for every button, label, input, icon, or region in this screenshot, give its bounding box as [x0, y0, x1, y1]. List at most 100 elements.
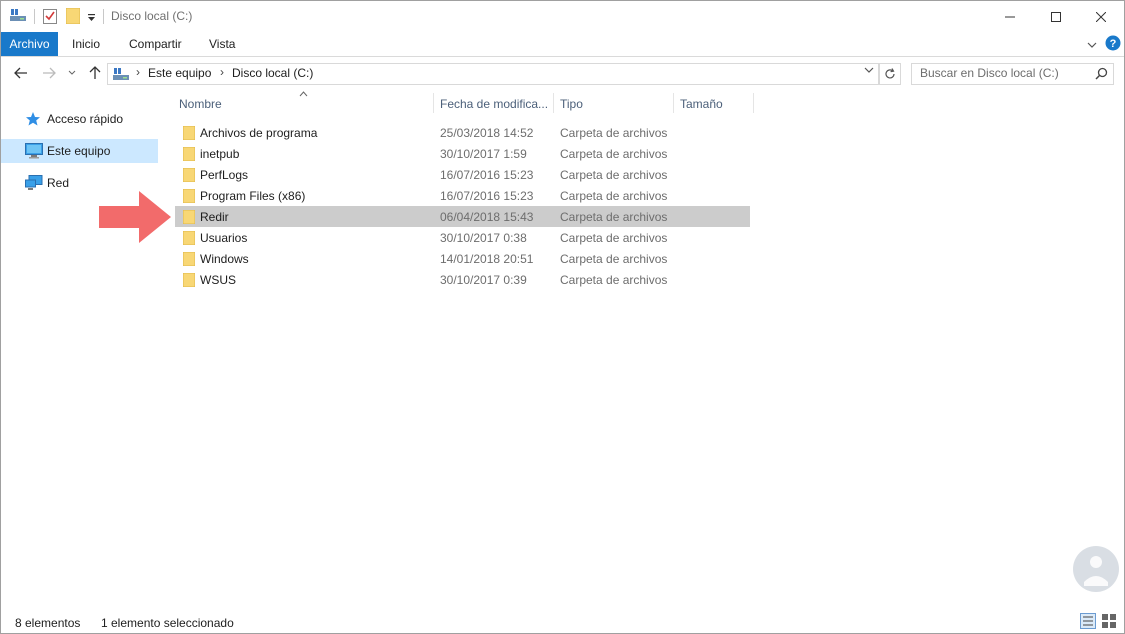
- folder-icon: [182, 272, 196, 290]
- file-name: Redir: [200, 210, 229, 224]
- file-type: Carpeta de archivos: [560, 252, 668, 266]
- file-name: Program Files (x86): [200, 189, 306, 203]
- file-row-selected[interactable]: Redir 06/04/2018 15:43 Carpeta de archiv…: [175, 206, 750, 227]
- column-header-fecha[interactable]: Fecha de modifica...: [440, 97, 548, 111]
- drive-icon: [10, 8, 26, 25]
- nav-item-acceso-rapido[interactable]: Acceso rápido: [1, 107, 158, 131]
- item-count: 8 elementos: [15, 616, 81, 630]
- up-arrow-icon: [89, 66, 101, 79]
- search-icon[interactable]: [1095, 67, 1108, 83]
- svg-text:?: ?: [1110, 38, 1117, 50]
- maximize-button[interactable]: [1033, 1, 1079, 32]
- file-name: Windows: [200, 252, 249, 266]
- folder-icon: [182, 251, 196, 269]
- address-row: › Este equipo › Disco local (C:): [1, 57, 1124, 89]
- explorer-window: Disco local (C:) Archivo Inicio Comparti…: [0, 0, 1125, 634]
- file-date: 16/07/2016 15:23: [440, 168, 534, 182]
- column-divider[interactable]: [553, 93, 554, 113]
- help-icon[interactable]: ?: [1105, 35, 1121, 54]
- recent-locations-button[interactable]: [65, 63, 79, 83]
- file-row[interactable]: Windows 14/01/2018 20:51 Carpeta de arch…: [175, 248, 750, 269]
- file-date: 30/10/2017 0:38: [440, 231, 527, 245]
- nav-item-label: Red: [47, 176, 70, 190]
- expand-ribbon-icon[interactable]: [1087, 38, 1097, 52]
- column-divider[interactable]: [673, 93, 674, 113]
- network-icon: [25, 175, 43, 194]
- file-type: Carpeta de archivos: [560, 210, 668, 224]
- column-divider[interactable]: [433, 93, 434, 113]
- file-name: inetpub: [200, 147, 240, 161]
- search-box[interactable]: [911, 63, 1114, 85]
- file-type: Carpeta de archivos: [560, 147, 668, 161]
- back-button[interactable]: [11, 63, 31, 83]
- maximize-icon: [1051, 11, 1061, 22]
- back-arrow-icon: [14, 67, 27, 79]
- file-type: Carpeta de archivos: [560, 231, 668, 245]
- file-name: WSUS: [200, 273, 236, 287]
- file-row[interactable]: Usuarios 30/10/2017 0:38 Carpeta de arch…: [175, 227, 750, 248]
- column-header-tipo[interactable]: Tipo: [560, 97, 583, 111]
- file-type: Carpeta de archivos: [560, 126, 668, 140]
- column-header-tamano[interactable]: Tamaño: [680, 97, 723, 111]
- file-name: Archivos de programa: [200, 126, 318, 140]
- file-date: 06/04/2018 15:43: [440, 210, 534, 224]
- up-button[interactable]: [85, 63, 105, 83]
- nav-item-label: Acceso rápido: [47, 112, 124, 126]
- close-button[interactable]: [1078, 1, 1124, 32]
- details-view-icon[interactable]: [1080, 613, 1096, 629]
- breadcrumb-separator-icon[interactable]: ›: [220, 65, 224, 79]
- breadcrumb-separator-icon[interactable]: ›: [136, 65, 140, 79]
- tab-compartir[interactable]: Compartir: [129, 32, 182, 56]
- search-input[interactable]: [912, 64, 1095, 82]
- file-type: Carpeta de archivos: [560, 273, 668, 287]
- file-date: 30/10/2017 1:59: [440, 147, 527, 161]
- column-header-nombre[interactable]: Nombre: [179, 97, 222, 111]
- star-icon: [25, 111, 41, 130]
- file-type: Carpeta de archivos: [560, 189, 668, 203]
- computer-icon: [25, 143, 43, 162]
- file-row[interactable]: WSUS 30/10/2017 0:39 Carpeta de archivos: [175, 269, 750, 290]
- tab-inicio[interactable]: Inicio: [72, 32, 100, 56]
- this-pc-icon: [113, 67, 129, 84]
- file-name: Usuarios: [200, 231, 248, 245]
- nav-item-este-equipo[interactable]: Este equipo: [1, 139, 158, 163]
- large-icons-view-icon[interactable]: [1101, 613, 1117, 629]
- folder-icon: [182, 146, 196, 164]
- refresh-icon: [885, 68, 895, 79]
- annotation-arrow-icon: [99, 191, 173, 246]
- breadcrumb-este-equipo[interactable]: Este equipo: [148, 66, 211, 80]
- folder-icon: [182, 167, 196, 185]
- column-divider[interactable]: [753, 93, 754, 113]
- new-folder-icon[interactable]: [65, 7, 81, 27]
- breadcrumb-disco-local[interactable]: Disco local (C:): [232, 66, 313, 80]
- folder-icon: [182, 188, 196, 206]
- customize-qa-dropdown-icon[interactable]: [87, 11, 96, 25]
- refresh-button[interactable]: [879, 63, 901, 85]
- file-row[interactable]: inetpub 30/10/2017 1:59 Carpeta de archi…: [175, 143, 750, 164]
- properties-icon[interactable]: [43, 8, 57, 27]
- nav-item-label: Este equipo: [47, 144, 111, 158]
- folder-icon: [182, 230, 196, 248]
- address-bar[interactable]: › Este equipo › Disco local (C:): [107, 63, 879, 85]
- address-dropdown-icon[interactable]: [864, 66, 874, 77]
- forward-arrow-icon: [43, 67, 56, 79]
- file-row[interactable]: Program Files (x86) 16/07/2016 15:23 Car…: [175, 185, 750, 206]
- tab-vista[interactable]: Vista: [209, 32, 235, 56]
- file-type: Carpeta de archivos: [560, 168, 668, 182]
- selection-count: 1 elemento seleccionado: [101, 616, 234, 630]
- ribbon-tabs: Archivo Inicio Compartir Vista ?: [1, 32, 1124, 57]
- file-row[interactable]: Archivos de programa 25/03/2018 14:52 Ca…: [175, 122, 750, 143]
- file-date: 30/10/2017 0:39: [440, 273, 527, 287]
- title-bar: Disco local (C:): [1, 1, 1124, 32]
- file-name: PerfLogs: [200, 168, 249, 182]
- tab-archivo[interactable]: Archivo: [1, 32, 58, 56]
- minimize-button[interactable]: [987, 1, 1033, 32]
- folder-icon: [182, 125, 196, 143]
- chevron-down-icon: [68, 70, 76, 75]
- window-title: Disco local (C:): [111, 9, 193, 23]
- file-row[interactable]: PerfLogs 16/07/2016 15:23 Carpeta de arc…: [175, 164, 750, 185]
- sort-ascending-icon: [299, 89, 308, 99]
- status-bar: 8 elementos 1 elemento seleccionado: [1, 611, 1124, 633]
- forward-button[interactable]: [39, 63, 59, 83]
- navigation-pane: Acceso rápido Este equipo Red: [1, 89, 167, 609]
